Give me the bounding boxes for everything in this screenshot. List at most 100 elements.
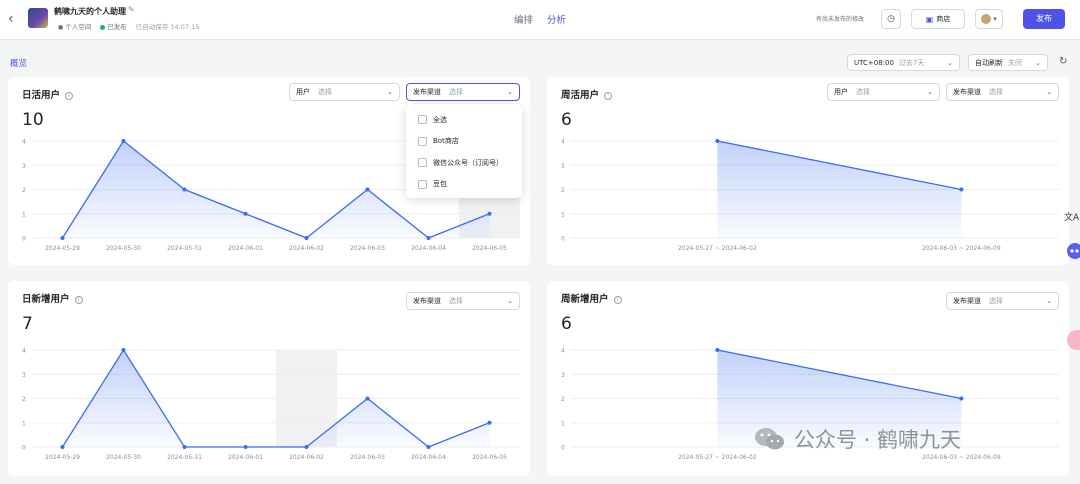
y-tick-label: 0 <box>561 236 565 243</box>
avatar <box>981 14 992 24</box>
timezone-value: UTC+08:00 <box>854 58 894 67</box>
data-point <box>365 187 370 192</box>
option-label: 微信公众号（订阅号） <box>433 158 503 167</box>
x-tick-label: 2024-06-02 <box>289 454 324 461</box>
data-point <box>959 187 964 192</box>
data-point <box>304 236 309 240</box>
x-tick-label: 2024-05-30 <box>106 454 141 461</box>
top-bar: ‹ 鹤啸九天的个人助理 ✎ ● 个人空间 已发布 已自动保存 14:07:15 编… <box>0 0 1080 40</box>
y-tick-label: 2 <box>22 187 26 194</box>
data-point <box>959 396 964 401</box>
y-tick-label: 2 <box>561 187 565 194</box>
auto-refresh-label: 自动刷新 <box>975 58 1003 67</box>
data-point <box>487 211 492 216</box>
data-point <box>182 187 187 192</box>
store-label: 商店 <box>936 15 951 23</box>
checkbox[interactable] <box>418 158 427 168</box>
checkbox[interactable] <box>418 115 427 125</box>
option-label: Bot商店 <box>433 137 459 146</box>
y-tick-label: 3 <box>561 372 565 379</box>
data-point <box>121 139 126 143</box>
data-point <box>243 445 248 449</box>
data-point <box>426 445 431 449</box>
time-range-select[interactable]: UTC+08:00 过去7天 ⌄ <box>847 54 960 71</box>
y-tick-label: 4 <box>561 348 565 355</box>
x-tick-label: 2024-06-02 <box>289 245 324 252</box>
y-tick-label: 1 <box>22 211 26 218</box>
series-area <box>717 141 962 238</box>
history-button[interactable]: ◷ <box>881 9 901 29</box>
option-label: 豆包 <box>433 180 447 189</box>
edit-icon[interactable]: ✎ <box>128 5 135 14</box>
y-tick-label: 4 <box>22 348 26 355</box>
data-point <box>60 445 65 449</box>
x-tick-label: 2024-06-05 <box>472 245 507 252</box>
x-tick-label: 2024-06-04 <box>411 454 446 461</box>
data-point <box>365 396 370 401</box>
data-point <box>715 139 720 143</box>
watermark-text: 公众号 · 鹤啸九天 <box>794 428 962 452</box>
watermark: 公众号 · 鹤啸九天 <box>752 424 961 454</box>
chevron-left-icon[interactable]: ‹ <box>8 11 22 27</box>
y-tick-label: 4 <box>561 139 565 146</box>
store-icon: ▣ <box>925 14 934 24</box>
person-icon: ● <box>58 24 64 31</box>
y-tick-label: 3 <box>22 372 26 379</box>
data-point <box>487 420 492 425</box>
x-tick-label: 2024-05-29 <box>45 454 80 461</box>
mode-tabs: 编排 分析 <box>514 12 566 26</box>
tab-arrange[interactable]: 编排 <box>514 12 533 26</box>
channel-dropdown-menu: 全选 Bot商店 微信公众号（订阅号） 豆包 <box>406 104 522 198</box>
checkbox[interactable] <box>418 136 427 146</box>
dropdown-option[interactable]: 全选 <box>406 109 522 131</box>
y-tick-label: 2 <box>22 396 26 403</box>
y-tick-label: 1 <box>22 420 26 427</box>
y-tick-label: 1 <box>561 211 565 218</box>
autosave-time: 已自动保存 14:07:15 <box>135 23 200 31</box>
store-button[interactable]: ▣ 商店 <box>911 9 965 29</box>
x-tick-label: 2024-06-04 <box>411 245 446 252</box>
auto-refresh-value: 关闭 <box>1008 58 1022 67</box>
refresh-icon[interactable]: ↻ <box>1059 56 1067 67</box>
clock-icon: ◷ <box>887 14 895 24</box>
checkbox[interactable] <box>418 179 427 189</box>
bot-name: 鹤啸九天的个人助理 <box>54 7 126 16</box>
dropdown-option[interactable]: Bot商店 <box>406 131 522 153</box>
y-tick-label: 0 <box>22 445 26 452</box>
dropdown-option[interactable]: 微信公众号（订阅号） <box>406 152 522 174</box>
chevron-down-icon: ⌄ <box>947 58 953 67</box>
dropdown-option[interactable]: 豆包 <box>406 174 522 196</box>
status-dot-icon <box>100 24 106 30</box>
x-tick-label: 2024-06-03 ~ 2024-06-09 <box>922 245 1001 252</box>
wau-card: 周活用户 i 6 用户 选择 ⌄ 发布渠道 选择 ⌄ 0 1 2 3 4 2024-05-2… <box>547 77 1069 265</box>
user-menu-button[interactable]: ▾ <box>975 9 1003 29</box>
x-tick-label: 2024-05-27 ~ 2024-06-02 <box>678 245 757 252</box>
space-label: 个人空间 <box>65 23 92 31</box>
assistant-icon[interactable] <box>1064 240 1080 262</box>
publish-status: 已发布 <box>100 21 127 31</box>
tab-analysis[interactable]: 分析 <box>547 12 566 26</box>
data-point <box>182 445 187 449</box>
data-point <box>121 348 126 352</box>
wau-chart: 0 1 2 3 4 2024-05-27 ~ 2024-06-02 2024-06-03 ~… <box>561 139 1059 252</box>
x-tick-label: 2024-06-01 <box>228 245 263 252</box>
data-point <box>60 236 65 240</box>
status-label: 已发布 <box>107 23 127 31</box>
data-point <box>304 445 309 449</box>
x-tick-label: 2024-05-27 ~ 2024-06-02 <box>678 454 757 461</box>
publish-button[interactable]: 发布 <box>1023 9 1065 29</box>
x-tick-label: 2024-06-03 <box>350 454 385 461</box>
data-point <box>426 236 431 240</box>
x-tick-label: 2024-05-31 <box>167 245 202 252</box>
y-tick-label: 1 <box>561 420 565 427</box>
x-tick-label: 2024-05-31 <box>167 454 202 461</box>
range-placeholder: 过去7天 <box>898 58 925 67</box>
y-tick-label: 3 <box>22 163 26 170</box>
y-tick-label: 0 <box>561 445 565 452</box>
translate-icon[interactable]: 文A <box>1064 210 1080 230</box>
x-tick-label: 2024-06-05 <box>472 454 507 461</box>
auto-refresh-select[interactable]: 自动刷新 关闭 ⌄ <box>968 54 1048 71</box>
feedback-tab[interactable] <box>1067 330 1080 350</box>
dnu-chart: 0 1 2 3 4 2024-05-29 2024-05-30 2024-05-31 2024-… <box>22 348 520 461</box>
data-point <box>715 348 720 352</box>
